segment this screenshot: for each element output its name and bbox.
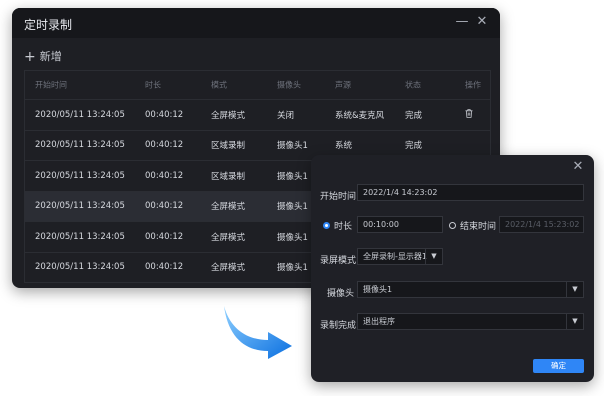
- add-button[interactable]: + 新增: [24, 48, 62, 65]
- cell-mode: 全屏模式: [211, 202, 246, 213]
- cell-start: 2020/05/11 13:24:05: [35, 231, 125, 242]
- cell-audio: 系统: [335, 141, 353, 152]
- arrow-icon: [224, 306, 292, 359]
- record-mode-label: 录屏模式: [320, 256, 357, 266]
- after-recording-select[interactable]: 退出程序 ▼: [357, 313, 584, 330]
- chevron-down-icon: ▼: [566, 282, 583, 297]
- duration-radio[interactable]: [323, 222, 330, 229]
- column-header: 状态: [405, 80, 421, 90]
- cell-duration: 00:40:12: [145, 262, 184, 273]
- column-header: 摄像头: [277, 80, 301, 90]
- after-recording-label: 录制完成: [320, 321, 357, 331]
- cell-camera: 摄像头1: [277, 202, 308, 213]
- cell-duration: 00:40:12: [145, 231, 184, 242]
- after-recording-value: 退出程序: [363, 317, 395, 326]
- cell-camera: 摄像头1: [277, 232, 308, 243]
- plus-icon: +: [24, 49, 36, 65]
- add-label: 新增: [39, 50, 62, 63]
- cell-camera: 摄像头1: [277, 263, 308, 274]
- chevron-down-icon: ▼: [566, 314, 583, 329]
- cell-duration: 00:40:12: [145, 140, 184, 151]
- cell-duration: 00:40:12: [145, 109, 184, 120]
- start-time-label: 开始时间: [320, 192, 357, 202]
- cell-start: 2020/05/11 13:24:05: [35, 140, 125, 151]
- camera-label: 摄像头: [327, 289, 355, 299]
- cell-mode: 区域录制: [211, 141, 246, 152]
- cell-mode: 区域录制: [211, 171, 246, 182]
- cell-status: 完成: [405, 110, 423, 121]
- duration-label: 时长: [334, 222, 353, 232]
- cell-duration: 00:40:12: [145, 170, 184, 181]
- window-title: 定时录制: [24, 18, 73, 32]
- cell-start: 2020/05/11 13:24:05: [35, 201, 125, 212]
- minimize-icon[interactable]: —: [454, 14, 470, 30]
- record-mode-value: 全屏录制-显示器1: [363, 252, 427, 261]
- title-bar: 定时录制 — ✕: [12, 8, 500, 38]
- cell-start: 2020/05/11 13:24:05: [35, 262, 125, 273]
- record-mode-select[interactable]: 全屏录制-显示器1 ▼: [357, 248, 443, 265]
- column-header: 操作: [465, 80, 481, 90]
- cell-audio: 系统&麦克风: [335, 110, 385, 121]
- cell-camera: 摄像头1: [277, 141, 308, 152]
- column-header: 声源: [335, 80, 351, 90]
- table-header: 开始时间 时长 模式 摄像头 声源 状态 操作: [25, 71, 490, 100]
- camera-value: 摄像头1: [363, 285, 393, 294]
- start-time-field[interactable]: 2022/1/4 14:23:02: [357, 184, 584, 201]
- cell-start: 2020/05/11 13:24:05: [35, 170, 125, 181]
- column-header: 模式: [211, 80, 227, 90]
- table-row[interactable]: 2020/05/11 13:24:05 00:40:12 全屏模式 关闭 系统&…: [25, 100, 490, 131]
- confirm-button[interactable]: 确定: [533, 359, 584, 373]
- camera-select[interactable]: 摄像头1 ▼: [357, 281, 584, 298]
- cell-mode: 全屏模式: [211, 263, 246, 274]
- cell-start: 2020/05/11 13:24:05: [35, 109, 125, 120]
- cell-duration: 00:40:12: [145, 201, 184, 212]
- chevron-down-icon: ▼: [425, 249, 442, 264]
- duration-field[interactable]: 00:10:00: [357, 216, 443, 233]
- cell-camera: 关闭: [277, 110, 295, 121]
- cell-mode: 全屏模式: [211, 232, 246, 243]
- close-icon[interactable]: ✕: [474, 14, 490, 30]
- end-time-radio[interactable]: [449, 222, 456, 229]
- close-icon[interactable]: ✕: [570, 159, 586, 175]
- cell-mode: 全屏模式: [211, 110, 246, 121]
- end-time-field[interactable]: 2022/1/4 15:23:02: [499, 216, 584, 233]
- cell-status: 完成: [405, 141, 423, 152]
- cell-camera: 摄像头1: [277, 171, 308, 182]
- edit-schedule-dialog: ✕ 开始时间 2022/1/4 14:23:02 时长 00:10:00 结束时…: [311, 155, 594, 382]
- column-header: 开始时间: [35, 80, 67, 90]
- end-time-label: 结束时间: [460, 222, 497, 232]
- column-header: 时长: [145, 80, 161, 90]
- trash-icon[interactable]: [465, 108, 473, 121]
